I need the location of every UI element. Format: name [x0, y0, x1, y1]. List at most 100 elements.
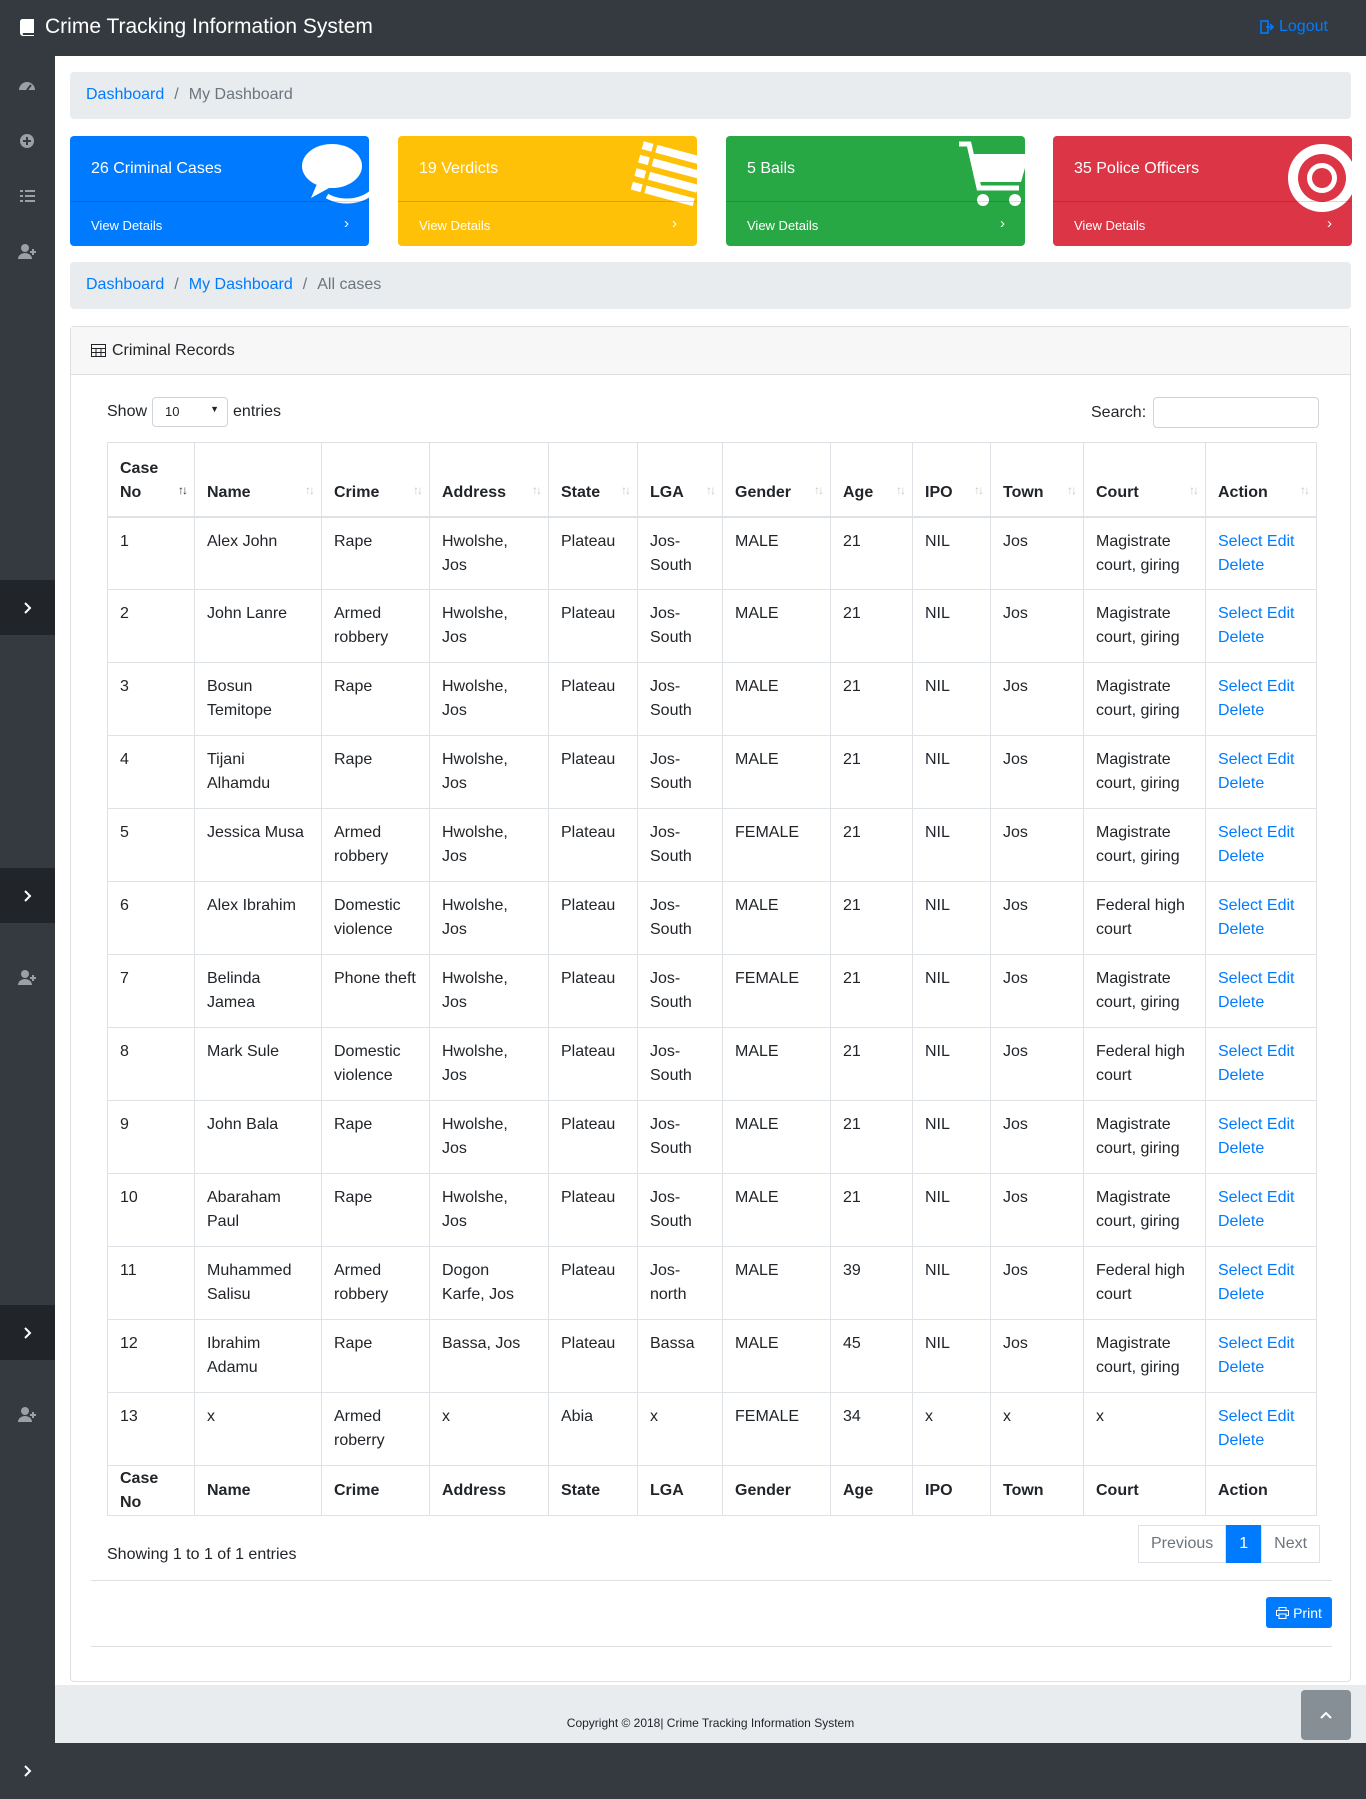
edit-link[interactable]: Edit — [1267, 824, 1295, 841]
card-view-details-link[interactable]: View Details › — [726, 201, 1025, 246]
delete-link[interactable]: Delete — [1218, 921, 1264, 938]
edit-link[interactable]: Edit — [1267, 1262, 1295, 1279]
edit-link[interactable]: Edit — [1267, 533, 1295, 550]
sort-icon: ↑↓ — [896, 482, 906, 497]
select-link[interactable]: Select — [1218, 824, 1262, 841]
column-header-address[interactable]: Address ↑↓ — [429, 442, 549, 518]
column-header-ipo[interactable]: IPO ↑↓ — [912, 442, 991, 518]
user-plus-icon[interactable] — [17, 967, 37, 987]
edit-link[interactable]: Edit — [1267, 1043, 1295, 1060]
select-link[interactable]: Select — [1218, 1043, 1262, 1060]
list-icon[interactable] — [17, 186, 37, 206]
plus-circle-icon[interactable] — [17, 131, 37, 151]
delete-link[interactable]: Delete — [1218, 1432, 1264, 1449]
column-header-action[interactable]: Action ↑↓ — [1205, 442, 1317, 518]
scroll-to-top-button[interactable] — [1301, 1690, 1351, 1740]
column-header-name[interactable]: Name ↑↓ — [194, 442, 322, 518]
edit-link[interactable]: Edit — [1267, 970, 1295, 987]
edit-link[interactable]: Edit — [1267, 897, 1295, 914]
search-input[interactable] — [1153, 397, 1320, 428]
delete-link[interactable]: Delete — [1218, 1286, 1264, 1303]
entries-select[interactable]: 10 ▼ — [152, 397, 229, 427]
table-row: 1 Alex John Rape Hwolshe, Jos Plateau Jos-Sou… — [107, 516, 1317, 590]
column-header-age[interactable]: Age ↑↓ — [830, 442, 913, 518]
breadcrumb-dashboard-link[interactable]: Dashboard — [86, 86, 164, 103]
footer-name: Name — [194, 1465, 322, 1516]
table-row: 12 Ibrahim Adamu Rape Bassa, Jos Plateau Bass… — [107, 1319, 1317, 1393]
edit-link[interactable]: Edit — [1267, 1189, 1295, 1206]
column-header-case-no[interactable]: Case No ↑↓ — [107, 442, 195, 518]
edit-link[interactable]: Edit — [1267, 678, 1295, 695]
delete-link[interactable]: Delete — [1218, 1067, 1264, 1084]
breadcrumb-dashboard-link[interactable]: Dashboard — [86, 276, 164, 293]
select-link[interactable]: Select — [1218, 1189, 1262, 1206]
edit-link[interactable]: Edit — [1267, 1408, 1295, 1425]
sidebar-toggle[interactable] — [0, 1743, 55, 1798]
table-row: 6 Alex Ibrahim Domestic violence Hwolshe, J… — [107, 881, 1317, 955]
card-title: 5 Bails — [747, 160, 796, 177]
user-plus-icon[interactable] — [17, 241, 37, 261]
cell-crime: Phone theft — [321, 954, 430, 1028]
column-header-lga[interactable]: LGA ↑↓ — [637, 442, 723, 518]
column-header-crime[interactable]: Crime ↑↓ — [321, 442, 430, 518]
edit-link[interactable]: Edit — [1267, 1116, 1295, 1133]
card-view-details-link[interactable]: View Details › — [1053, 201, 1352, 246]
column-header-court[interactable]: Court ↑↓ — [1083, 442, 1206, 518]
print-button[interactable]: Print — [1266, 1597, 1332, 1628]
edit-link[interactable]: Edit — [1267, 1335, 1295, 1352]
delete-link[interactable]: Delete — [1218, 1359, 1264, 1376]
cell-state: Plateau — [548, 1027, 638, 1101]
cell-ipo: NIL — [912, 589, 991, 663]
cell-age: 34 — [830, 1392, 913, 1466]
select-link[interactable]: Select — [1218, 1262, 1262, 1279]
select-link[interactable]: Select — [1218, 1116, 1262, 1133]
card-view-details-link[interactable]: View Details › — [70, 201, 369, 246]
delete-link[interactable]: Delete — [1218, 557, 1264, 574]
delete-link[interactable]: Delete — [1218, 1140, 1264, 1157]
cell-address: Hwolshe, Jos — [429, 589, 549, 663]
sidebar-toggle[interactable] — [0, 1305, 55, 1360]
select-link[interactable]: Select — [1218, 1408, 1262, 1425]
previous-page-button[interactable]: Previous — [1138, 1525, 1227, 1563]
select-link[interactable]: Select — [1218, 970, 1262, 987]
select-link[interactable]: Select — [1218, 897, 1262, 914]
cell-town: Jos — [990, 1319, 1084, 1393]
edit-link[interactable]: Edit — [1267, 751, 1295, 768]
cell-gender: MALE — [722, 1027, 831, 1101]
delete-link[interactable]: Delete — [1218, 702, 1264, 719]
sidebar-toggle[interactable] — [0, 580, 55, 635]
select-link[interactable]: Select — [1218, 678, 1262, 695]
edit-link[interactable]: Edit — [1267, 605, 1295, 622]
select-link[interactable]: Select — [1218, 1335, 1262, 1352]
delete-link[interactable]: Delete — [1218, 848, 1264, 865]
card-view-details-link[interactable]: View Details › — [398, 201, 697, 246]
cell-court: Magistrate court, giring — [1083, 1319, 1206, 1393]
cell-court: Magistrate court, giring — [1083, 1173, 1206, 1247]
cell-gender: MALE — [722, 662, 831, 736]
select-link[interactable]: Select — [1218, 605, 1262, 622]
delete-link[interactable]: Delete — [1218, 994, 1264, 1011]
cell-state: Plateau — [548, 735, 638, 809]
page-1-button[interactable]: 1 — [1226, 1525, 1262, 1563]
delete-link[interactable]: Delete — [1218, 1213, 1264, 1230]
user-plus-icon[interactable] — [17, 1404, 37, 1424]
sidebar-toggle[interactable] — [0, 868, 55, 923]
logout-link[interactable]: Logout — [1260, 18, 1328, 36]
cell-court: Magistrate court, giring — [1083, 662, 1206, 736]
select-link[interactable]: Select — [1218, 533, 1262, 550]
brand[interactable]: Crime Tracking Information System — [18, 15, 373, 39]
sort-icon: ↑↓ — [974, 482, 984, 497]
column-header-gender[interactable]: Gender ↑↓ — [722, 442, 831, 518]
dashboard-icon[interactable] — [17, 76, 37, 96]
column-header-town[interactable]: Town ↑↓ — [990, 442, 1084, 518]
breadcrumb-my-dashboard-link[interactable]: My Dashboard — [189, 276, 293, 293]
next-page-button[interactable]: Next — [1261, 1525, 1321, 1563]
select-link[interactable]: Select — [1218, 751, 1262, 768]
delete-link[interactable]: Delete — [1218, 775, 1264, 792]
column-header-state[interactable]: State ↑↓ — [548, 442, 638, 518]
card-footer-label: View Details — [419, 218, 491, 233]
delete-link[interactable]: Delete — [1218, 629, 1264, 646]
cell-action: Select Edit Delete — [1205, 808, 1317, 882]
cell-state: Plateau — [548, 589, 638, 663]
table-header-row: Case No ↑↓ Name ↑↓ Crime ↑↓ Address ↑↓ State… — [107, 442, 1317, 518]
